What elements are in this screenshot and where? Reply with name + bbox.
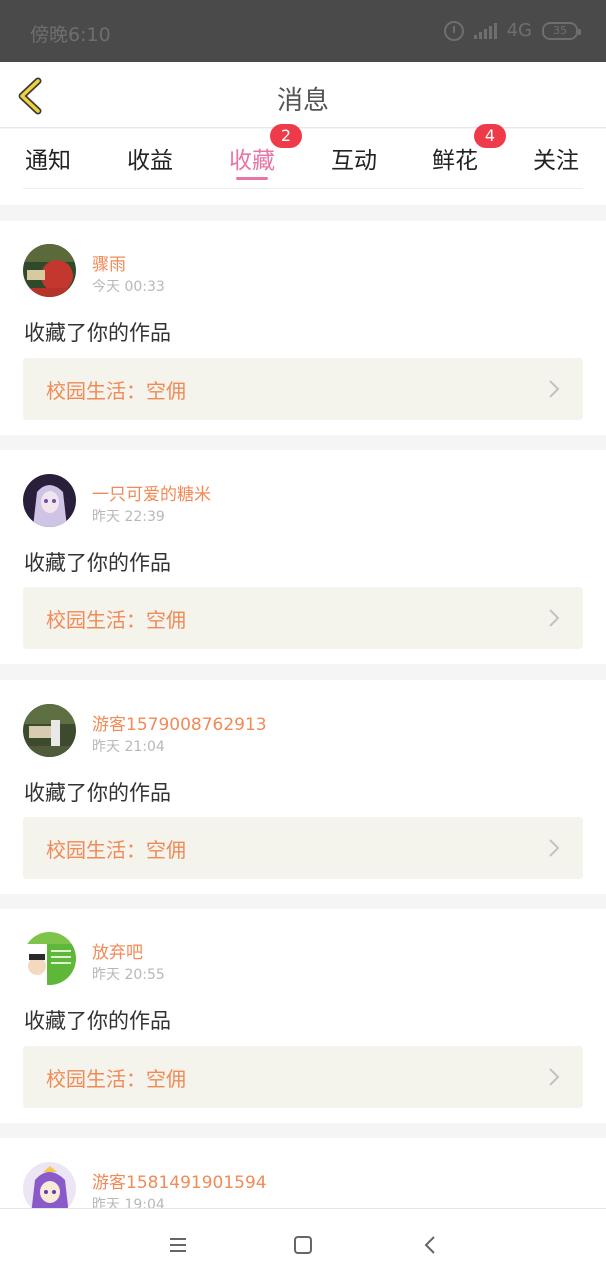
- message-feed[interactable]: 骤雨 今天 00:33 收藏了你的作品 校园生活：空佣 一只可爱的糖米 昨天 2…: [0, 205, 606, 1208]
- chevron-right-icon: [549, 609, 560, 627]
- back-triangle-icon[interactable]: [419, 1233, 443, 1257]
- tab-favorites[interactable]: 收藏: [229, 141, 275, 175]
- home-square-icon[interactable]: [291, 1233, 315, 1257]
- message-time: 昨天 21:04: [92, 739, 165, 755]
- tab-interactions[interactable]: 互动: [331, 141, 377, 175]
- message-time: 今天 00:33: [92, 279, 165, 295]
- message-action: 收藏了你的作品: [24, 551, 171, 575]
- message-action: 收藏了你的作品: [24, 321, 171, 345]
- favorites-badge: 2: [270, 124, 302, 148]
- menu-icon[interactable]: [166, 1233, 190, 1257]
- username[interactable]: 一只可爱的糖米: [92, 480, 211, 505]
- work-title: 校园生活：空佣: [46, 838, 186, 862]
- message-action: 收藏了你的作品: [24, 781, 171, 805]
- avatar[interactable]: [23, 704, 76, 757]
- work-link[interactable]: 校园生活：空佣: [23, 1046, 583, 1108]
- message-card: 一只可爱的糖米 昨天 22:39 收藏了你的作品 校园生活：空佣: [0, 450, 606, 664]
- active-tab-underline: [236, 177, 268, 180]
- tab-flowers[interactable]: 鲜花: [432, 141, 478, 175]
- flowers-badge: 4: [474, 124, 506, 148]
- username[interactable]: 骤雨: [92, 250, 126, 275]
- message-card: 游客1579008762913 昨天 21:04 收藏了你的作品 校园生活：空佣: [0, 680, 606, 894]
- work-title: 校园生活：空佣: [46, 608, 186, 632]
- tab-following[interactable]: 关注: [533, 141, 579, 175]
- message-time: 昨天 22:39: [92, 509, 165, 525]
- tab-bar: 通知 收益 收藏 2 互动 鲜花 4 关注: [0, 124, 606, 205]
- chevron-right-icon: [549, 1068, 560, 1086]
- signal-icon: [473, 22, 497, 39]
- app-header: 消息: [0, 62, 606, 128]
- tab-notice[interactable]: 通知: [25, 141, 71, 175]
- message-time: 昨天 19:04: [92, 1197, 165, 1208]
- battery-icon: 35: [542, 21, 581, 40]
- message-time: 昨天 20:55: [92, 967, 165, 983]
- avatar[interactable]: [23, 932, 76, 985]
- username[interactable]: 游客1579008762913: [92, 710, 267, 735]
- chevron-right-icon: [549, 380, 560, 398]
- message-action: 收藏了你的作品: [24, 1009, 171, 1033]
- status-icons: 4G 35: [443, 20, 581, 41]
- work-link[interactable]: 校园生活：空佣: [23, 817, 583, 879]
- network-label: 4G: [506, 20, 532, 41]
- page-title: 消息: [276, 86, 329, 116]
- work-link[interactable]: 校园生活：空佣: [23, 587, 583, 649]
- work-title: 校园生活：空佣: [46, 379, 186, 403]
- work-title: 校园生活：空佣: [46, 1067, 186, 1091]
- alarm-icon: [443, 20, 464, 41]
- avatar[interactable]: [23, 244, 76, 297]
- work-link[interactable]: 校园生活：空佣: [23, 358, 583, 420]
- avatar[interactable]: [23, 1162, 76, 1208]
- tab-divider: [23, 188, 583, 189]
- status-bar: 傍晚6:10 4G 35: [0, 0, 606, 62]
- battery-level: 35: [553, 24, 567, 37]
- avatar[interactable]: [23, 474, 76, 527]
- status-time: 傍晚6:10: [30, 24, 111, 46]
- system-nav-bar: [0, 1208, 606, 1280]
- chevron-right-icon: [549, 839, 560, 857]
- tab-earnings[interactable]: 收益: [127, 141, 173, 175]
- message-card: 骤雨 今天 00:33 收藏了你的作品 校园生活：空佣: [0, 221, 606, 435]
- message-card: 放弃吧 昨天 20:55 收藏了你的作品 校园生活：空佣: [0, 909, 606, 1123]
- username[interactable]: 游客1581491901594: [92, 1168, 267, 1193]
- message-card: 游客1581491901594 昨天 19:04: [0, 1138, 606, 1208]
- username[interactable]: 放弃吧: [92, 938, 143, 963]
